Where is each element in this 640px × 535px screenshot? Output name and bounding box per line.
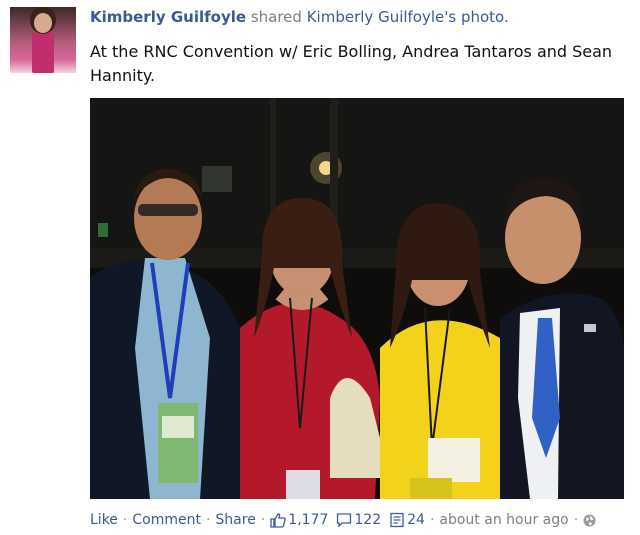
- separator-dot: ·: [122, 512, 128, 528]
- avatar-figure: [32, 27, 54, 73]
- share-icon[interactable]: [389, 512, 405, 528]
- post-header: Kimberly Guilfoyle shared Kimberly Guilf…: [90, 8, 509, 26]
- profile-avatar[interactable]: [10, 7, 76, 73]
- likes-count[interactable]: 1,177: [288, 512, 328, 528]
- separator-dot: ·: [429, 512, 435, 528]
- comments-count[interactable]: 122: [354, 512, 381, 528]
- shares-count[interactable]: 24: [407, 512, 425, 528]
- comment-link[interactable]: Comment: [132, 512, 201, 528]
- post-message: At the RNC Convention w/ Eric Bolling, A…: [90, 42, 613, 85]
- author-name-link[interactable]: Kimberly Guilfoyle: [90, 8, 246, 26]
- separator-dot: ·: [260, 512, 266, 528]
- shared-photo-link[interactable]: Kimberly Guilfoyle's photo.: [307, 8, 509, 26]
- globe-icon[interactable]: [583, 514, 596, 527]
- share-link[interactable]: Share: [215, 512, 255, 528]
- separator-dot: ·: [205, 512, 211, 528]
- comment-icon[interactable]: [336, 512, 352, 528]
- avatar-head: [34, 13, 52, 33]
- action-text: shared: [250, 8, 302, 26]
- post-photo[interactable]: [90, 98, 624, 499]
- post-actions: Like · Comment · Share · 1,177 122 24 · …: [90, 512, 596, 528]
- thumbs-up-icon[interactable]: [270, 512, 287, 528]
- separator-dot: ·: [573, 512, 579, 528]
- timestamp-link[interactable]: about an hour ago: [439, 512, 568, 528]
- like-link[interactable]: Like: [90, 512, 118, 528]
